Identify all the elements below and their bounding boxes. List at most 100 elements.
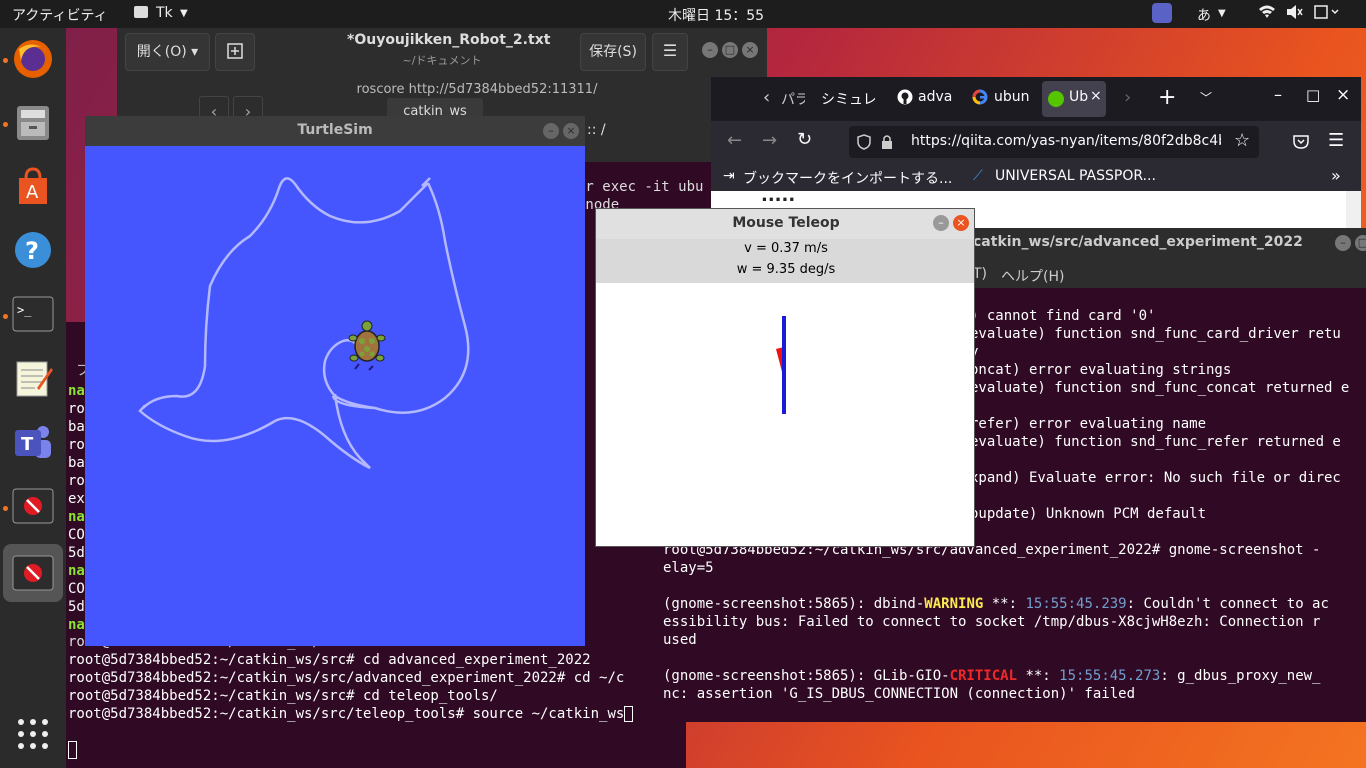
terminal-icon[interactable]: >_ xyxy=(9,290,57,338)
activities-button[interactable]: アクティビティ xyxy=(12,5,108,25)
log-message: : Couldn't connect to ac xyxy=(1126,596,1329,612)
close-button[interactable]: × xyxy=(1336,85,1350,105)
app-menu-button[interactable]: Tk xyxy=(156,5,173,21)
close-button[interactable]: × xyxy=(742,42,758,58)
open-button[interactable]: 開く(O) ▾ xyxy=(125,33,210,71)
minimize-button[interactable]: – xyxy=(702,42,718,58)
svg-text:A: A xyxy=(26,182,39,203)
pocket-icon[interactable] xyxy=(1293,134,1309,153)
tab-5-active[interactable]: Ub × xyxy=(1042,81,1106,117)
help-icon[interactable]: ? xyxy=(9,226,57,274)
scrollbar[interactable] xyxy=(1346,191,1361,228)
new-tab-icon[interactable]: + xyxy=(1158,85,1176,110)
back-arrow-icon[interactable]: ← xyxy=(727,130,742,151)
terminal-line: y xyxy=(970,343,1349,361)
terminal-prefix: ex xyxy=(68,491,85,507)
terminal-line: essibility bus: Failed to connect to soc… xyxy=(663,614,1321,630)
lock-icon[interactable] xyxy=(881,134,893,154)
tab-3[interactable]: adva xyxy=(918,89,952,105)
close-button[interactable]: × xyxy=(563,123,579,139)
mouse-teleop-titlebar: Mouse Teleop – × xyxy=(596,209,974,239)
page-heading-partial: ..... xyxy=(761,185,796,206)
terminal-line: ) cannot find card '0' xyxy=(970,308,1156,324)
minimize-button[interactable]: – xyxy=(1274,85,1282,104)
terminal-output: root@5d7384bbed52:~/catkin_ws/src/advanc… xyxy=(663,541,1329,703)
close-button[interactable]: × xyxy=(953,215,969,231)
log-source: (gnome-screenshot:5865): GLib-GIO- xyxy=(663,668,950,684)
critical-label: CRITICAL xyxy=(949,668,1018,684)
tab-close-icon[interactable]: × xyxy=(1090,88,1102,104)
firefox-window: ‹ パラ シミュレ adva ubun Ub × › + ﹀ – □ × ← →… xyxy=(711,77,1361,228)
dock: A ? >_ T xyxy=(0,28,66,768)
maximize-button[interactable]: □ xyxy=(1306,86,1320,104)
blocked-app-icon[interactable] xyxy=(9,482,57,530)
terminal-prefix: 5d xyxy=(68,599,85,615)
terminal-line: oupdate) Unknown PCM default xyxy=(970,506,1207,522)
terminal-prefix: ba xyxy=(68,419,85,435)
save-button[interactable]: 保存(S) xyxy=(580,33,646,71)
network-icon[interactable] xyxy=(1258,4,1276,24)
log-sep: **: xyxy=(1017,668,1060,684)
input-method-indicator[interactable]: あ xyxy=(1197,5,1211,25)
reload-icon[interactable]: ↻ xyxy=(797,129,812,150)
files-icon[interactable] xyxy=(9,98,57,146)
help-menu[interactable]: ヘルプ(H) xyxy=(1001,266,1064,286)
active-blocked-app-icon[interactable] xyxy=(3,544,63,602)
tab-1[interactable]: パラ xyxy=(781,89,805,109)
clock[interactable]: 木曜日 15：55 xyxy=(668,5,764,25)
maximize-button[interactable]: □ xyxy=(1355,235,1366,251)
hamburger-menu-icon[interactable]: ☰ xyxy=(652,33,688,71)
teams-tray-icon[interactable] xyxy=(1152,3,1172,23)
app-menu-icon[interactable]: ☰ xyxy=(1328,130,1344,151)
volume-icon[interactable] xyxy=(1285,4,1303,24)
teleop-canvas[interactable] xyxy=(596,283,974,546)
maximize-button[interactable]: □ xyxy=(722,42,738,58)
minimize-button[interactable]: – xyxy=(1335,235,1351,251)
list-all-tabs-icon[interactable]: ﹀ xyxy=(1200,89,1212,106)
menu-item-cut[interactable]: T) xyxy=(973,266,987,282)
angular-velocity-label: w = 9.35 deg/s xyxy=(736,262,836,277)
gedit-subtitle: ~/ドキュメント xyxy=(402,54,482,67)
top-bar: アクティビティ Tk ▼ 木曜日 15：55 あ ▼ xyxy=(0,0,1366,28)
terminal-prefix: na xyxy=(68,563,85,579)
chevron-down-icon: ▼ xyxy=(180,8,188,19)
bookmark-universal[interactable]: UNIVERSAL PASSPOR... xyxy=(995,168,1156,184)
terminal-line: oncat) error evaluating strings xyxy=(970,362,1232,378)
running-indicator xyxy=(3,122,8,127)
log-source: (gnome-screenshot:5865): dbind- xyxy=(663,596,925,612)
teams-icon[interactable]: T xyxy=(9,418,57,466)
url-bar[interactable]: https://qiita.com/yas-nyan/items/80f2db8… xyxy=(849,126,1259,158)
show-applications-icon[interactable] xyxy=(9,710,57,758)
firefox-icon[interactable] xyxy=(9,35,57,83)
bookmarks-bar: ⇥ ブックマークをインポートする... ⟋ UNIVERSAL PASSPOR.… xyxy=(711,163,1361,191)
linear-velocity-label: v = 0.37 m/s xyxy=(744,241,828,256)
minimize-button[interactable]: – xyxy=(933,215,949,231)
shield-icon[interactable] xyxy=(857,134,871,154)
terminal-line: root@5d7384bbed52:~/catkin_ws/src/advanc… xyxy=(68,670,625,686)
minimize-button[interactable]: – xyxy=(543,123,559,139)
right-terminal-title: catkin_ws/src/advanced_experiment_2022 xyxy=(973,234,1303,250)
terminal-prefix: CO xyxy=(68,581,85,597)
gedit-title: *Ouyoujikken_Robot_2.txt xyxy=(347,32,551,48)
terminal-prefix: na xyxy=(68,383,85,399)
forward-arrow-icon[interactable]: → xyxy=(762,130,777,151)
bottom-strip xyxy=(66,740,1366,768)
text-editor-icon[interactable] xyxy=(9,354,57,402)
terminal-prefix: 5d xyxy=(68,545,85,561)
tab-scroll-left-icon[interactable]: ‹ xyxy=(763,87,770,108)
tab-2[interactable]: シミュレ xyxy=(821,89,875,109)
more-bookmarks-icon[interactable]: » xyxy=(1331,166,1341,185)
power-icon[interactable] xyxy=(1313,4,1341,24)
software-center-icon[interactable]: A xyxy=(9,162,57,210)
google-icon xyxy=(972,89,988,109)
tab-scroll-right-icon[interactable]: › xyxy=(1124,87,1131,108)
new-tab-button[interactable] xyxy=(215,33,255,71)
turtlesim-titlebar: TurtleSim – × xyxy=(85,116,585,146)
terminal-path: :: / xyxy=(587,122,606,138)
tab-4[interactable]: ubun xyxy=(994,89,1030,105)
linear-indicator xyxy=(782,316,786,414)
bookmark-star-icon[interactable]: ☆ xyxy=(1234,130,1250,151)
